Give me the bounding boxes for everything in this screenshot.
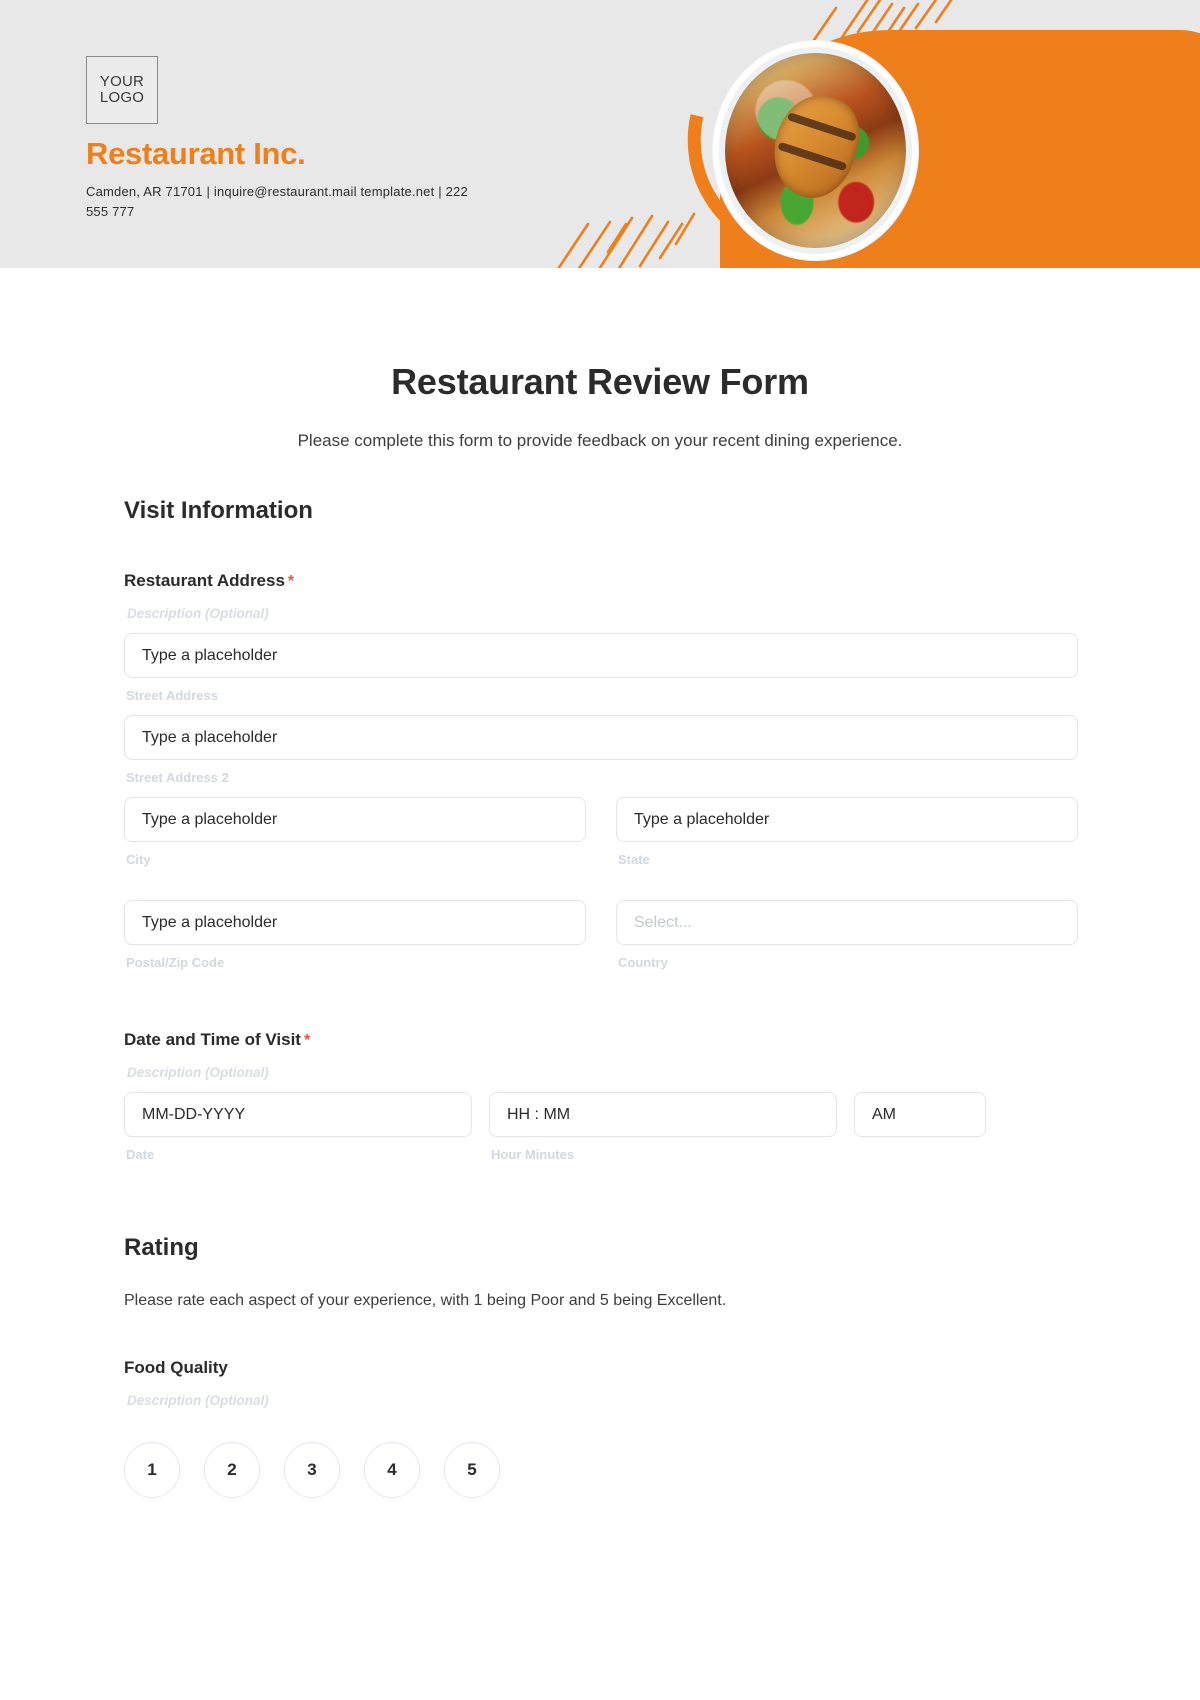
- time-value: HH : MM: [507, 1105, 571, 1123]
- country-select[interactable]: Select...: [616, 900, 1078, 945]
- field-description: Description (Optional): [127, 1393, 269, 1408]
- logo-line-2: LOGO: [99, 89, 145, 106]
- state-input[interactable]: Type a placeholder: [616, 797, 1078, 842]
- state-value: Type a placeholder: [634, 810, 770, 828]
- field-label-text: Restaurant Address: [124, 571, 285, 590]
- country-sublabel: Country: [618, 955, 668, 970]
- date-value: MM-DD-YYYY: [142, 1105, 246, 1123]
- rating-option-3[interactable]: 3: [284, 1442, 340, 1498]
- street-address-value: Type a placeholder: [142, 646, 278, 664]
- postal-col: Type a placeholder Postal/Zip Code: [124, 888, 586, 970]
- section-heading-rating: Rating: [124, 1234, 199, 1261]
- page-subtitle: Please complete this form to provide fee…: [297, 431, 903, 450]
- postal-code-input[interactable]: Type a placeholder: [124, 900, 586, 945]
- required-asterisk: *: [303, 1032, 311, 1049]
- country-col: Select... Country: [616, 888, 1078, 970]
- country-value: Select...: [634, 913, 692, 931]
- field-label-food-quality: Food Quality: [124, 1358, 228, 1377]
- food-photo: [713, 41, 918, 260]
- time-input[interactable]: HH : MM: [489, 1092, 837, 1137]
- logo-line-1: YOUR: [99, 72, 145, 90]
- company-contact-info: Camden, AR 71701 | inquire@restaurant.ma…: [86, 184, 468, 220]
- postal-country-row: Type a placeholder Postal/Zip Code Selec…: [124, 888, 1078, 970]
- rating-option-5[interactable]: 5: [444, 1442, 500, 1498]
- street-address-sublabel: Street Address: [126, 688, 218, 703]
- street-address-input[interactable]: Type a placeholder: [124, 633, 1078, 678]
- city-value: Type a placeholder: [142, 810, 278, 828]
- rating-option-2[interactable]: 2: [204, 1442, 260, 1498]
- field-label-restaurant-address: Restaurant Address *: [124, 571, 1078, 591]
- required-asterisk: *: [287, 573, 295, 590]
- date-col: MM-DD-YYYY Date: [124, 1080, 472, 1162]
- form-body: Restaurant Review Form Please complete t…: [0, 361, 1200, 1498]
- field-description: Description (Optional): [127, 1065, 269, 1080]
- street-address-2-sublabel: Street Address 2: [126, 770, 229, 785]
- date-input[interactable]: MM-DD-YYYY: [124, 1092, 472, 1137]
- field-description: Description (Optional): [127, 606, 269, 621]
- hatch-lines-bottom-left: [557, 212, 696, 268]
- logo-placeholder: YOUR LOGO: [86, 56, 158, 124]
- page-header: YOUR LOGO Restaurant Inc. Camden, AR 717…: [0, 0, 1200, 268]
- ampm-col: AM: [854, 1080, 986, 1137]
- rating-option-4[interactable]: 4: [364, 1442, 420, 1498]
- city-sublabel: City: [126, 852, 151, 867]
- hour-minutes-sublabel: Hour Minutes: [491, 1147, 575, 1162]
- street-address-2-value: Type a placeholder: [142, 728, 278, 746]
- rating-option-1[interactable]: 1: [124, 1442, 180, 1498]
- hour-minutes-col: HH : MM Hour Minutes: [489, 1080, 837, 1162]
- city-input[interactable]: Type a placeholder: [124, 797, 586, 842]
- food-quality-rating-scale: 1 2 3 4 5: [124, 1442, 1078, 1498]
- field-food-quality: Food Quality Description (Optional) 1 2 …: [124, 1358, 1078, 1498]
- date-sublabel: Date: [126, 1147, 155, 1162]
- postal-code-sublabel: Postal/Zip Code: [126, 955, 225, 970]
- state-col: Type a placeholder State: [616, 785, 1078, 867]
- street-address-2-input[interactable]: Type a placeholder: [124, 715, 1078, 760]
- rating-instructions: Please rate each aspect of your experien…: [124, 1292, 727, 1309]
- ampm-value: AM: [872, 1105, 896, 1123]
- state-sublabel: State: [618, 852, 650, 867]
- postal-code-value: Type a placeholder: [142, 913, 278, 931]
- city-state-row: Type a placeholder City Type a placehold…: [124, 785, 1078, 867]
- section-heading-visit-information: Visit Information: [124, 497, 313, 524]
- field-label-date-time: Date and Time of Visit *: [124, 1030, 1078, 1050]
- ampm-select[interactable]: AM: [854, 1092, 986, 1137]
- field-restaurant-address: Restaurant Address * Description (Optiona…: [124, 571, 1078, 970]
- city-col: Type a placeholder City: [124, 785, 586, 867]
- company-name: Restaurant Inc.: [86, 136, 306, 171]
- brand-block: YOUR LOGO Restaurant Inc. Camden, AR 717…: [86, 56, 486, 222]
- page-title: Restaurant Review Form: [391, 361, 809, 402]
- field-label-text: Date and Time of Visit: [124, 1030, 301, 1049]
- date-time-row: MM-DD-YYYY Date HH : MM Hour Minutes AM: [124, 1080, 1078, 1162]
- field-date-time-of-visit: Date and Time of Visit * Description (Opt…: [124, 1030, 1078, 1162]
